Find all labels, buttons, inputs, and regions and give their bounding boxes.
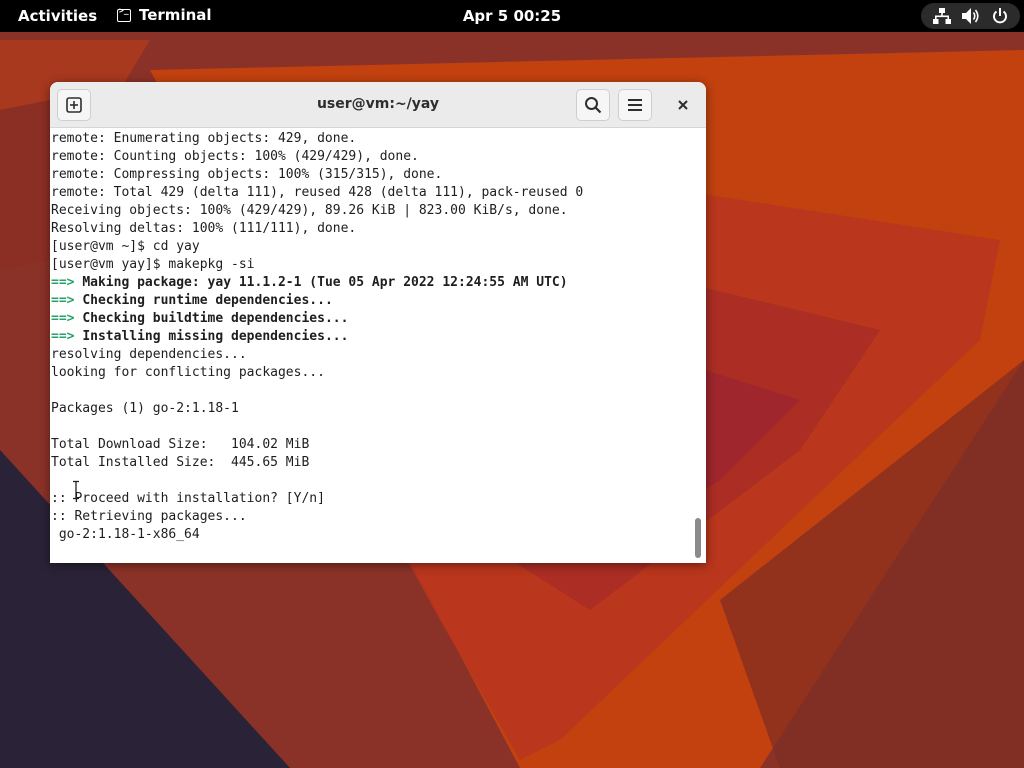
terminal-line-text: Making package: yay 11.1.2-1 (Tue 05 Apr… [82, 275, 568, 290]
terminal-line-text: [user@vm ~]$ cd yay [51, 239, 200, 254]
terminal-content[interactable]: remote: Enumerating objects: 429, done. r… [50, 128, 690, 563]
window-title: user@vm:~/yay [316, 96, 440, 112]
volume-icon [962, 8, 980, 24]
makepkg-arrow: ==> [51, 311, 83, 326]
system-status-menu[interactable] [921, 3, 1020, 29]
terminal-line: Total Installed Size: 445.65 MiB [51, 454, 583, 472]
terminal-line-text: remote: Counting objects: 100% (429/429)… [51, 149, 419, 164]
menu-button[interactable] [618, 89, 652, 121]
terminal-output: remote: Enumerating objects: 429, done. r… [51, 130, 583, 544]
makepkg-arrow: ==> [51, 293, 83, 308]
app-menu[interactable]: Terminal [117, 6, 212, 24]
terminal-line-text: go-2:1.18-1-x86_64 [51, 527, 200, 542]
terminal-line-text: Total Download Size: 104.02 MiB [51, 437, 310, 452]
terminal-line: ==> Making package: yay 11.1.2-1 (Tue 05… [51, 274, 583, 292]
terminal-line: [user@vm yay]$ makepkg -si [51, 256, 583, 274]
text-cursor-icon [73, 480, 79, 500]
terminal-line-text: remote: Compressing objects: 100% (315/3… [51, 167, 443, 182]
app-menu-label: Terminal [139, 6, 212, 24]
terminal-line-text: remote: Total 429 (delta 111), reused 42… [51, 185, 584, 200]
clock[interactable]: Apr 5 00:25 [463, 7, 561, 25]
terminal-line: Total Download Size: 104.02 MiB [51, 436, 583, 454]
search-button[interactable] [576, 89, 610, 121]
terminal-line: remote: Enumerating objects: 429, done. [51, 130, 583, 148]
terminal-line-text: resolving dependencies... [51, 347, 247, 362]
top-bar: Activities Terminal Apr 5 00:25 [0, 0, 1024, 32]
terminal-line: remote: Total 429 (delta 111), reused 42… [51, 184, 583, 202]
close-button[interactable] [666, 89, 700, 121]
terminal-line-text: Installing missing dependencies... [82, 329, 349, 344]
terminal-line: :: Retrieving packages... [51, 508, 583, 526]
terminal-line-text: remote: Enumerating objects: 429, done. [51, 131, 357, 146]
terminal-line-text: Receiving objects: 100% (429/429), 89.26… [51, 203, 568, 218]
makepkg-arrow: ==> [51, 275, 83, 290]
terminal-line: looking for conflicting packages... [51, 364, 583, 382]
search-icon [585, 97, 602, 114]
terminal-line: remote: Counting objects: 100% (429/429)… [51, 148, 583, 166]
terminal-line: go-2:1.18-1-x86_64 [51, 526, 583, 544]
terminal-line-text: :: Proceed with installation? [Y/n] [51, 491, 325, 506]
hamburger-menu-icon [628, 99, 642, 111]
scrollbar-thumb[interactable] [695, 518, 701, 558]
new-tab-icon [66, 97, 82, 113]
terminal-line-text: Total Installed Size: 445.65 MiB [51, 455, 310, 470]
activities-button[interactable]: Activities [18, 7, 97, 25]
terminal-line: Packages (1) go-2:1.18-1 [51, 400, 583, 418]
terminal-line: Receiving objects: 100% (429/429), 89.26… [51, 202, 583, 220]
terminal-line-text: :: Retrieving packages... [51, 509, 247, 524]
terminal-line: ==> Checking runtime dependencies... [51, 292, 583, 310]
terminal-line-text: Checking runtime dependencies... [82, 293, 333, 308]
terminal-line-text: Checking buildtime dependencies... [82, 311, 349, 326]
terminal-app-icon [117, 6, 131, 22]
network-icon [932, 8, 951, 24]
terminal-line: ==> Installing missing dependencies... [51, 328, 583, 346]
power-icon [993, 8, 1008, 24]
window-headerbar[interactable]: user@vm:~/yay [50, 82, 706, 128]
terminal-line-text: Packages (1) go-2:1.18-1 [51, 401, 239, 416]
terminal-line-text: [user@vm yay]$ makepkg -si [51, 257, 255, 272]
terminal-line: remote: Compressing objects: 100% (315/3… [51, 166, 583, 184]
makepkg-arrow: ==> [51, 329, 83, 344]
terminal-line-text: Resolving deltas: 100% (111/111), done. [51, 221, 357, 236]
terminal-window: user@vm:~/yay remote: Enumerating object… [50, 82, 706, 563]
terminal-line: Resolving deltas: 100% (111/111), done. [51, 220, 583, 238]
scrollbar[interactable] [690, 128, 706, 563]
terminal-line-text: looking for conflicting packages... [51, 365, 325, 380]
close-icon [678, 100, 688, 110]
new-tab-button[interactable] [57, 89, 91, 121]
terminal-line: resolving dependencies... [51, 346, 583, 364]
terminal-line: ==> Checking buildtime dependencies... [51, 310, 583, 328]
terminal-line: :: Proceed with installation? [Y/n] [51, 490, 583, 508]
terminal-line: [user@vm ~]$ cd yay [51, 238, 583, 256]
